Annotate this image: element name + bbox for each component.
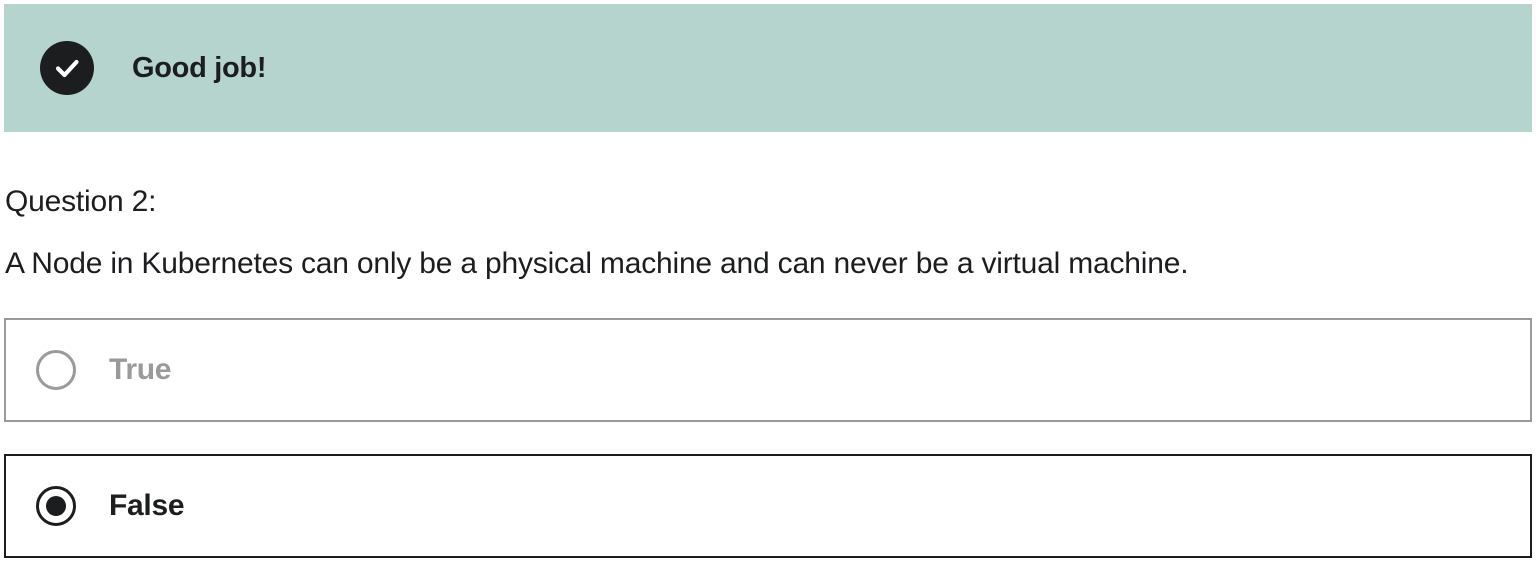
answer-option-false[interactable]: False xyxy=(4,454,1532,558)
answer-option-label: False xyxy=(109,489,185,522)
answer-option-true[interactable]: True xyxy=(4,318,1532,422)
feedback-banner: Good job! xyxy=(4,4,1532,132)
question-number: Question 2: xyxy=(5,185,157,218)
radio-unselected-icon[interactable] xyxy=(36,350,76,390)
quiz-page: Good job! Question 2: A Node in Kubernet… xyxy=(0,0,1536,562)
radio-dot xyxy=(46,496,66,516)
radio-selected-icon[interactable] xyxy=(36,486,76,526)
question-text: A Node in Kubernetes can only be a physi… xyxy=(5,247,1189,280)
checkmark-icon xyxy=(55,59,79,78)
answer-option-label: True xyxy=(109,353,172,386)
check-circle-icon xyxy=(40,41,94,95)
feedback-title: Good job! xyxy=(132,52,267,84)
